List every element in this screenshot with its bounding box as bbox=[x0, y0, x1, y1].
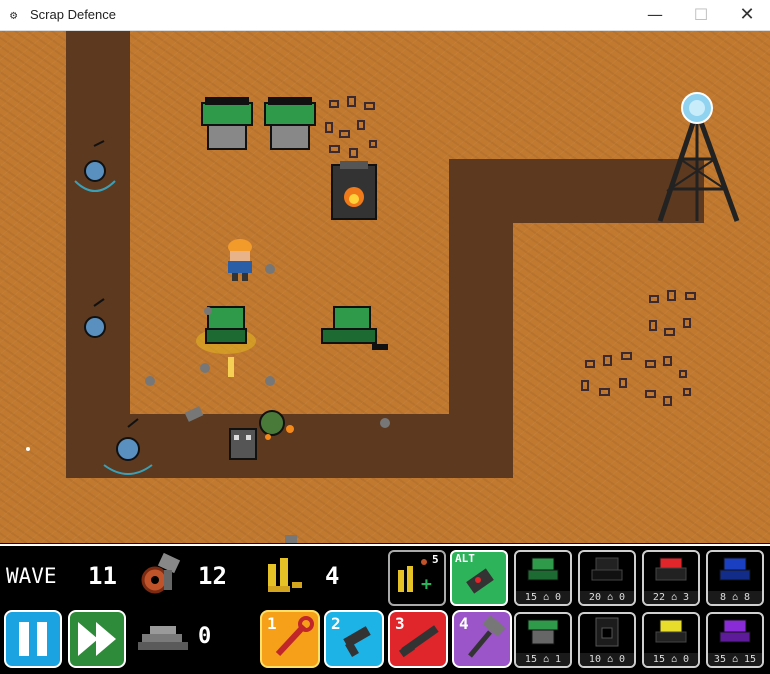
build-cost-black-turret: 20 ⌂ 0 bbox=[580, 591, 634, 604]
metal-value: 0 bbox=[198, 624, 212, 649]
build-slot-green-turret[interactable]: 15 ⌂ 0 bbox=[514, 550, 572, 606]
weapon-4-number: 4 bbox=[459, 614, 469, 633]
alt-label: ALT bbox=[455, 552, 475, 565]
weapon-2-number: 2 bbox=[331, 614, 341, 633]
svg-text:+: + bbox=[421, 574, 432, 595]
build-slot-black-furnace[interactable]: 10 ⌂ 0 bbox=[578, 612, 636, 668]
build-slot-red-turret[interactable]: 22 ⌂ 3 bbox=[642, 550, 700, 606]
pause-button[interactable] bbox=[4, 610, 62, 668]
metal-bars-icon bbox=[138, 626, 188, 650]
build-cost-yellow-turret: 15 ⌂ 0 bbox=[644, 653, 698, 666]
build-slot-green-drill[interactable]: 15 ⌂ 1 bbox=[514, 612, 572, 668]
weapon-1-number: 1 bbox=[267, 614, 277, 633]
build-slot-black-turret[interactable]: 20 ⌂ 0 bbox=[578, 550, 636, 606]
robot-enemy-1 bbox=[74, 140, 116, 192]
game-field[interactable] bbox=[0, 31, 770, 543]
fast-forward-button[interactable] bbox=[68, 610, 126, 668]
pause-icon bbox=[19, 622, 47, 656]
build-cost-green-drill: 15 ⌂ 1 bbox=[516, 653, 570, 666]
build-cost-purple-turret: 35 ⌂ 15 bbox=[708, 653, 762, 666]
weapon-slot-3[interactable]: 3 bbox=[388, 610, 448, 668]
wave-label: WAVE bbox=[6, 564, 57, 588]
game-window: ⚙ Scrap Defence — ☐ ✕ WAVE 11 12 4 0 + 5… bbox=[0, 0, 770, 674]
ammo-value: 4 bbox=[325, 562, 340, 590]
mine-drill-2 bbox=[264, 97, 316, 150]
mine-drill-1 bbox=[201, 97, 253, 150]
weapon-slot-1[interactable]: 1 bbox=[260, 610, 320, 668]
player-robot bbox=[229, 410, 294, 460]
scrap-debris bbox=[145, 264, 390, 543]
ammo-refill-count: 5 bbox=[432, 553, 439, 566]
radio-tower bbox=[657, 92, 740, 222]
title-bar: ⚙ Scrap Defence — ☐ ✕ bbox=[0, 0, 770, 31]
robot-enemy-3 bbox=[103, 418, 153, 475]
build-cost-black-furnace: 10 ⌂ 0 bbox=[580, 653, 634, 666]
black-turret-icon bbox=[591, 557, 623, 581]
purple-turret-icon bbox=[719, 619, 751, 643]
build-cost-blue-turret: 8 ⌂ 8 bbox=[708, 591, 762, 604]
build-slot-blue-turret[interactable]: 8 ⌂ 8 bbox=[706, 550, 764, 606]
furnace-icon bbox=[595, 617, 619, 647]
yellow-turret-icon bbox=[655, 619, 687, 643]
build-slot-purple-turret[interactable]: 35 ⌂ 15 bbox=[706, 612, 764, 668]
ammo-icon bbox=[268, 558, 302, 592]
build-cost-red-turret: 22 ⌂ 3 bbox=[644, 591, 698, 604]
minimize-button[interactable]: — bbox=[632, 0, 678, 30]
weapon-slot-2[interactable]: 2 bbox=[324, 610, 384, 668]
weapon-3-number: 3 bbox=[395, 614, 405, 633]
scrap-ore-pile-1 bbox=[325, 96, 377, 158]
close-button[interactable]: ✕ bbox=[724, 0, 770, 30]
scrap-icon bbox=[141, 552, 181, 594]
green-drill-icon bbox=[527, 619, 559, 645]
red-turret-icon bbox=[655, 557, 687, 581]
weapon-slot-4[interactable]: 4 bbox=[452, 610, 512, 668]
fast-forward-icon bbox=[78, 622, 116, 656]
wave-value: 11 bbox=[88, 562, 117, 590]
maximize-button[interactable]: ☐ bbox=[678, 0, 724, 30]
green-turret-icon bbox=[527, 557, 559, 581]
build-slot-yellow-turret[interactable]: 15 ⌂ 0 bbox=[642, 612, 700, 668]
app-icon: ⚙ bbox=[10, 8, 18, 22]
scrap-ore-pile-2 bbox=[581, 290, 696, 406]
robot-enemy-2 bbox=[84, 298, 106, 338]
field-sprites bbox=[26, 92, 740, 543]
alt-tool-button[interactable]: ALT bbox=[450, 550, 508, 606]
build-cost-green-turret: 15 ⌂ 0 bbox=[516, 591, 570, 604]
green-turret-2 bbox=[321, 306, 388, 350]
spark bbox=[26, 447, 30, 451]
engineer-character bbox=[228, 239, 252, 281]
ammo-refill-button[interactable]: + 5 bbox=[388, 550, 446, 606]
scrap-value: 12 bbox=[198, 562, 227, 590]
window-title: Scrap Defence bbox=[30, 7, 116, 22]
furnace bbox=[331, 161, 377, 220]
blue-turret-icon bbox=[719, 557, 751, 581]
